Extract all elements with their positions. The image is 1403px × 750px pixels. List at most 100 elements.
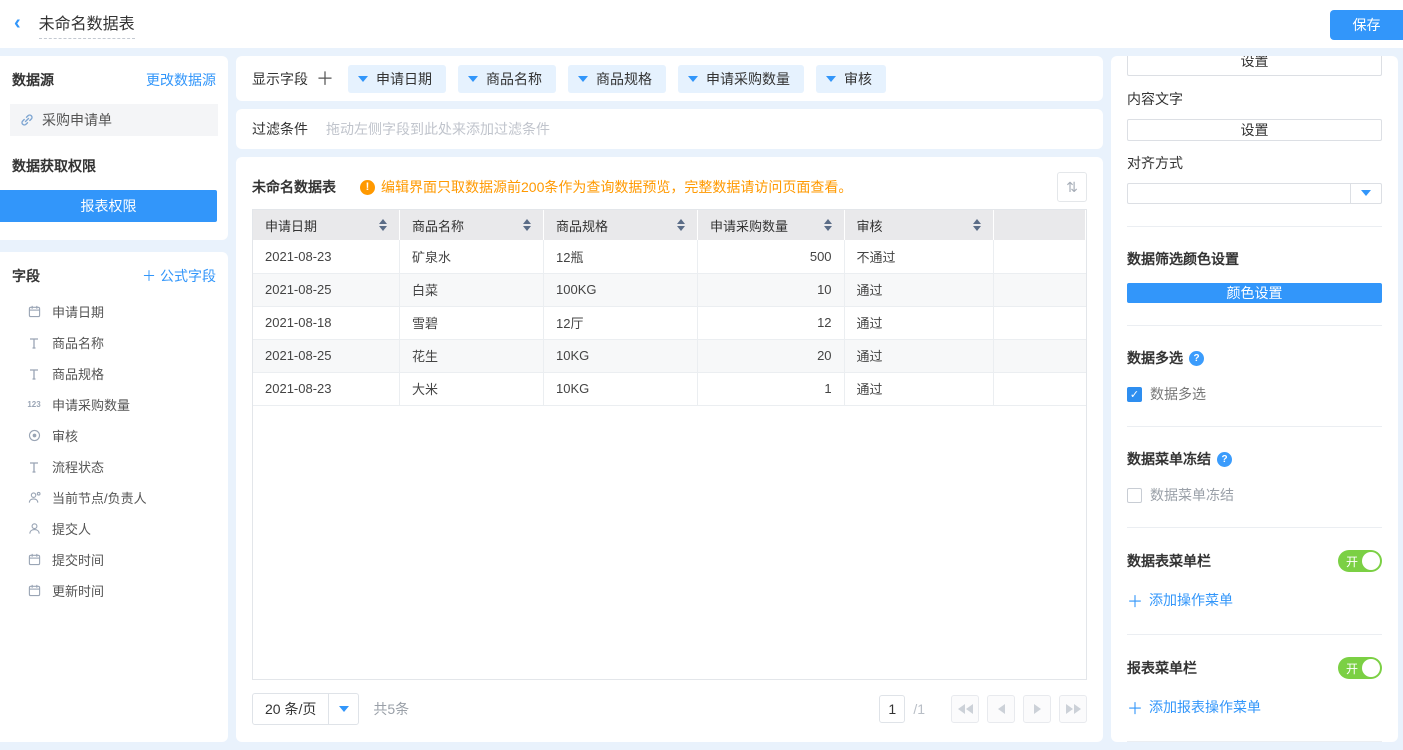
link-icon: [20, 113, 34, 127]
column-header-label: 申请采购数量: [710, 216, 788, 235]
person-icon: [26, 521, 42, 537]
field-item[interactable]: 商品名称: [0, 327, 228, 358]
sort-icon[interactable]: [973, 219, 981, 231]
display-field-chip[interactable]: 商品规格: [568, 65, 666, 93]
field-item[interactable]: 审核: [0, 420, 228, 451]
add-display-field-icon[interactable]: ＋: [316, 70, 334, 88]
field-item-label: 商品名称: [52, 333, 104, 352]
table-cell-empty: [993, 339, 1085, 372]
display-field-chip[interactable]: 申请采购数量: [678, 65, 804, 93]
column-header[interactable]: 商品名称: [400, 210, 544, 240]
chip-label: 申请日期: [376, 69, 432, 89]
checkbox-checked-icon[interactable]: ✓: [1127, 387, 1142, 402]
last-page-button[interactable]: [1059, 695, 1087, 723]
report-menu-toggle[interactable]: 开: [1338, 657, 1382, 679]
field-item[interactable]: 更新时间: [0, 575, 228, 606]
chip-label: 申请采购数量: [706, 69, 790, 89]
change-datasource-link[interactable]: 更改数据源: [146, 70, 216, 90]
column-header[interactable]: 申请日期: [253, 210, 400, 240]
add-action-menu-link[interactable]: ＋ 添加操作菜单: [1127, 588, 1382, 612]
align-select[interactable]: [1127, 183, 1382, 204]
data-grid-wrap: 申请日期商品名称商品规格申请采购数量 审核 2021-08-23矿泉水12瓶500…: [252, 209, 1087, 680]
datasource-name: 采购申请单: [42, 110, 112, 130]
display-field-chip[interactable]: 审核: [816, 65, 886, 93]
display-field-chip[interactable]: 商品名称: [458, 65, 556, 93]
field-item[interactable]: 当前节点/负责人: [0, 482, 228, 513]
table-cell: 通过: [844, 339, 993, 372]
column-header[interactable]: 审核: [844, 210, 993, 240]
chip-label: 商品规格: [596, 69, 652, 89]
filter-card: 过滤条件 拖动左侧字段到此处来添加过滤条件: [236, 109, 1103, 149]
field-item-label: 当前节点/负责人: [52, 488, 147, 507]
display-field-chip[interactable]: 申请日期: [348, 65, 446, 93]
table-row[interactable]: 2021-08-23大米10KG1通过: [253, 372, 1086, 405]
field-item[interactable]: 123申请采购数量: [0, 389, 228, 420]
field-item-label: 流程状态: [52, 457, 104, 476]
field-item[interactable]: 流程状态: [0, 451, 228, 482]
multi-select-checkbox-row[interactable]: ✓ 数据多选: [1127, 384, 1382, 404]
table-cell: 大米: [400, 372, 544, 405]
clipped-settings-button-wrap: 设置: [1127, 56, 1382, 77]
table-menu-toggle[interactable]: 开: [1338, 550, 1382, 572]
sort-icon[interactable]: [379, 219, 387, 231]
divider: [1127, 741, 1382, 742]
fields-title: 字段: [12, 266, 40, 286]
table-row[interactable]: 2021-08-25花生10KG20通过: [253, 339, 1086, 372]
divider: [1127, 527, 1382, 528]
report-permission-button[interactable]: 报表权限: [0, 190, 217, 222]
field-item[interactable]: 申请日期: [0, 296, 228, 327]
color-settings-button[interactable]: 颜色设置: [1127, 283, 1382, 303]
next-page-button[interactable]: [1023, 695, 1051, 723]
field-item-label: 提交时间: [52, 550, 104, 569]
chevron-down-icon[interactable]: [358, 76, 368, 82]
header-text-settings-button[interactable]: 设置: [1127, 56, 1382, 76]
sort-icon[interactable]: [824, 219, 832, 231]
page-title[interactable]: 未命名数据表: [39, 10, 135, 39]
add-report-action-menu-link[interactable]: ＋ 添加报表操作菜单: [1127, 695, 1382, 719]
filter-dropzone[interactable]: 拖动左侧字段到此处来添加过滤条件: [326, 119, 550, 139]
field-item[interactable]: 提交人: [0, 513, 228, 544]
table-row[interactable]: 2021-08-23矿泉水12瓶500不通过: [253, 240, 1086, 273]
field-item-label: 提交人: [52, 519, 91, 538]
table-row[interactable]: 2021-08-25白菜100KG10通过: [253, 273, 1086, 306]
sort-icon[interactable]: [523, 219, 531, 231]
help-icon[interactable]: ?: [1189, 351, 1204, 366]
chevron-down-icon[interactable]: [826, 76, 836, 82]
prev-page-button[interactable]: [987, 695, 1015, 723]
table-cell-empty: [993, 240, 1085, 273]
add-formula-field-link[interactable]: ＋ 公式字段: [142, 266, 216, 286]
chevron-down-icon[interactable]: [1350, 184, 1381, 203]
table-row[interactable]: 2021-08-18雪碧12厅12通过: [253, 306, 1086, 339]
help-icon[interactable]: ?: [1217, 452, 1232, 467]
field-item[interactable]: 商品规格: [0, 358, 228, 389]
save-button[interactable]: 保存: [1330, 10, 1403, 40]
table-cell-empty: [993, 306, 1085, 339]
chevron-down-icon[interactable]: [578, 76, 588, 82]
field-item[interactable]: 提交时间: [0, 544, 228, 575]
toggle-knob: [1362, 552, 1380, 570]
table-cell: 雪碧: [400, 306, 544, 339]
main-area: 显示字段 ＋ 申请日期商品名称商品规格申请采购数量审核 过滤条件 拖动左侧字段到…: [236, 56, 1103, 742]
menu-freeze-checkbox-row[interactable]: 数据菜单冻结: [1127, 485, 1382, 505]
datasource-item[interactable]: 采购申请单: [10, 104, 218, 136]
chevron-down-icon[interactable]: [468, 76, 478, 82]
checkbox-unchecked-icon[interactable]: [1127, 488, 1142, 503]
sort-tool-button[interactable]: ⇅: [1057, 172, 1087, 202]
datasource-card: 数据源 更改数据源 采购申请单 数据获取权限 报表权限: [0, 56, 228, 240]
content-text-settings-button[interactable]: 设置: [1127, 119, 1382, 141]
warning-icon: !: [360, 180, 375, 195]
column-header[interactable]: 商品规格: [544, 210, 698, 240]
first-page-button[interactable]: [951, 695, 979, 723]
page-size-select[interactable]: 20 条/页: [252, 693, 359, 725]
current-page-input[interactable]: 1: [879, 695, 905, 723]
back-icon[interactable]: ‹: [14, 13, 21, 33]
filter-color-title: 数据筛选颜色设置: [1127, 249, 1239, 269]
column-header[interactable]: 申请采购数量: [698, 210, 845, 240]
pagination-bar: 20 条/页 共5条 1 /1: [252, 692, 1087, 726]
chip-label: 商品名称: [486, 69, 542, 89]
field-item-label: 更新时间: [52, 581, 104, 600]
sort-icon[interactable]: [677, 219, 685, 231]
chevron-down-icon[interactable]: [688, 76, 698, 82]
table-cell: 2021-08-23: [253, 372, 400, 405]
chevron-down-icon[interactable]: [328, 694, 358, 724]
